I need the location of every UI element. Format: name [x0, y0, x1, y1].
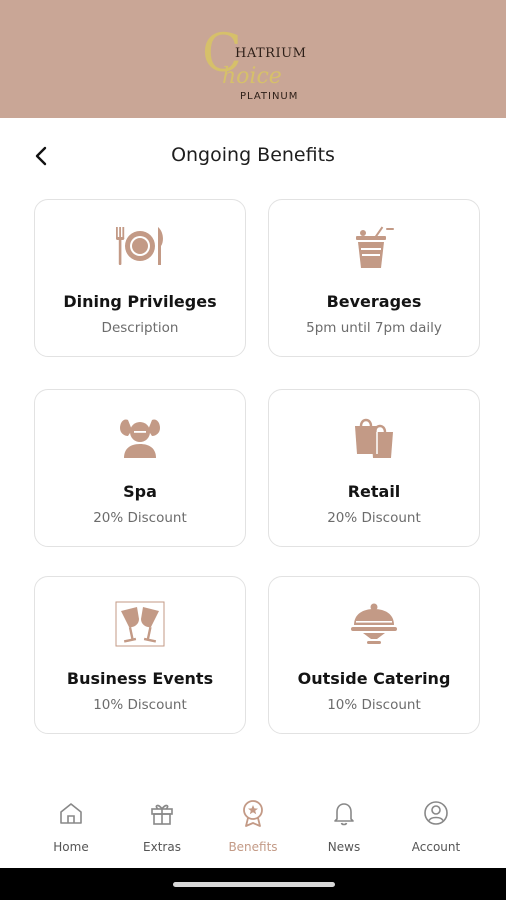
benefit-title: Spa [123, 482, 157, 501]
bell-icon [334, 803, 354, 826]
tab-home[interactable]: Home [26, 798, 116, 858]
logo-tier: PLATINUM [240, 91, 299, 102]
spa-massage-icon [120, 419, 160, 458]
benefit-card-beverages[interactable]: Beverages 5pm until 7pm daily [268, 199, 480, 357]
benefit-title: Outside Catering [297, 669, 451, 688]
benefit-card-spa[interactable]: Spa 20% Discount [34, 389, 246, 547]
benefit-title: Retail [347, 482, 401, 501]
benefit-card-business-events[interactable]: Business Events 10% Discount [34, 576, 246, 734]
gift-icon [151, 804, 173, 825]
tab-benefits[interactable]: Benefits [208, 798, 298, 858]
logo-wordmark: HATRIUM [235, 46, 307, 61]
award-icon [243, 800, 263, 827]
benefit-card-outside-catering[interactable]: Outside Catering 10% Discount [268, 576, 480, 734]
user-circle-icon [424, 801, 448, 825]
tab-news[interactable]: News [299, 798, 389, 858]
cloche-icon [351, 603, 397, 644]
tab-label: Benefits [228, 840, 278, 854]
app-header: C HATRIUM hoice PLATINUM [0, 0, 506, 118]
benefit-title: Beverages [326, 292, 422, 311]
champagne-glasses-icon [115, 601, 165, 647]
tab-extras[interactable]: Extras [117, 798, 207, 858]
system-navigation-bar [0, 868, 506, 900]
shopping-bag-icon [355, 418, 393, 458]
logo-script: hoice [222, 64, 282, 89]
benefit-description: Description [101, 320, 179, 336]
benefit-description: 20% Discount [327, 510, 421, 526]
page-title: Ongoing Benefits [171, 144, 335, 166]
bottom-tab-bar: Home Extras Benefits News Account [0, 788, 506, 868]
benefit-description: 10% Discount [327, 697, 421, 713]
drink-glass-icon [356, 226, 394, 268]
benefit-description: 5pm until 7pm daily [306, 320, 442, 336]
benefit-card-dining[interactable]: Dining Privileges Description [34, 199, 246, 357]
tab-label: News [327, 840, 361, 854]
tab-label: Home [53, 840, 89, 854]
tab-label: Account [411, 840, 461, 854]
tab-label: Extras [143, 840, 181, 854]
tab-account[interactable]: Account [391, 798, 481, 858]
chatrium-logo: C HATRIUM hoice PLATINUM [202, 28, 306, 108]
benefit-title: Business Events [66, 669, 214, 688]
title-bar: Ongoing Benefits [0, 130, 506, 182]
benefit-card-retail[interactable]: Retail 20% Discount [268, 389, 480, 547]
home-icon [60, 803, 82, 824]
benefit-description: 10% Discount [93, 697, 187, 713]
home-indicator[interactable] [173, 882, 335, 887]
dining-plate-icon [116, 227, 163, 265]
benefit-title: Dining Privileges [63, 292, 217, 311]
benefit-description: 20% Discount [93, 510, 187, 526]
